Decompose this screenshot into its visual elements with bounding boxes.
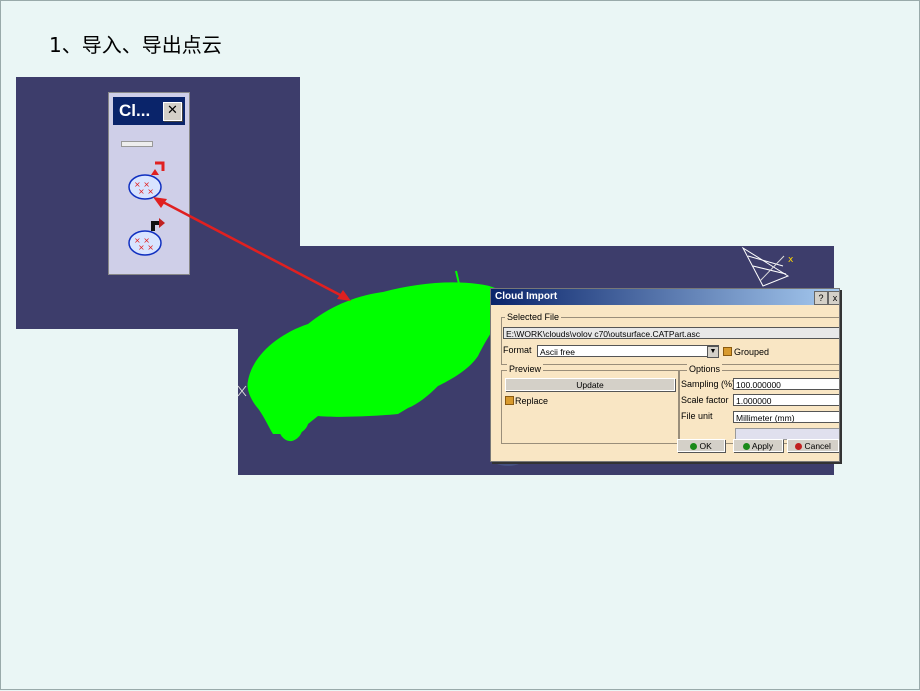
slide: 1、导入、导出点云 x Cl... ✕ × × × × × × × × Clou… [0,0,920,690]
file-unit-select[interactable]: Millimeter (mm) [733,411,839,423]
apply-button[interactable]: Apply [733,439,783,452]
selected-file-group [501,317,839,365]
format-select[interactable]: Ascii free [537,345,719,357]
replace-checkbox[interactable] [505,396,514,405]
cancel-button[interactable]: Cancel [787,439,839,452]
apply-icon [742,443,750,451]
grouped-label: Grouped [734,347,770,357]
format-label: Format [503,345,532,355]
grouped-checkbox[interactable] [723,347,732,356]
scale-factor-label: Scale factor [681,395,729,405]
format-value: Ascii free [540,347,575,357]
apply-label: Apply [751,441,774,451]
update-button[interactable]: Update [505,378,675,391]
preview-label: Preview [507,364,544,374]
scale-factor-field[interactable]: 1.000000 [733,394,839,406]
ok-label: OK [699,441,712,451]
help-button[interactable]: ? [814,291,828,305]
dialog-close-button[interactable]: x [828,291,839,305]
dialog-title: Cloud Import [491,289,839,305]
options-label: Options [687,364,723,374]
file-path-field[interactable]: E:\WORK\clouds\volov c70\outsurface.CATP… [503,327,839,339]
file-unit-label: File unit [681,411,713,421]
sampling-field[interactable]: 100.000000 [733,378,839,390]
ok-icon [690,443,698,451]
chevron-down-icon[interactable]: ▼ [707,346,719,358]
cancel-icon [795,443,803,451]
ok-button[interactable]: OK [677,439,725,452]
selected-file-label: Selected File [505,312,562,322]
sampling-label: Sampling (%) [681,379,736,389]
replace-label: Replace [515,396,549,406]
cancel-label: Cancel [804,441,831,451]
cloud-import-dialog: Cloud Import ? x Selected File E:\WORK\c… [490,288,840,462]
